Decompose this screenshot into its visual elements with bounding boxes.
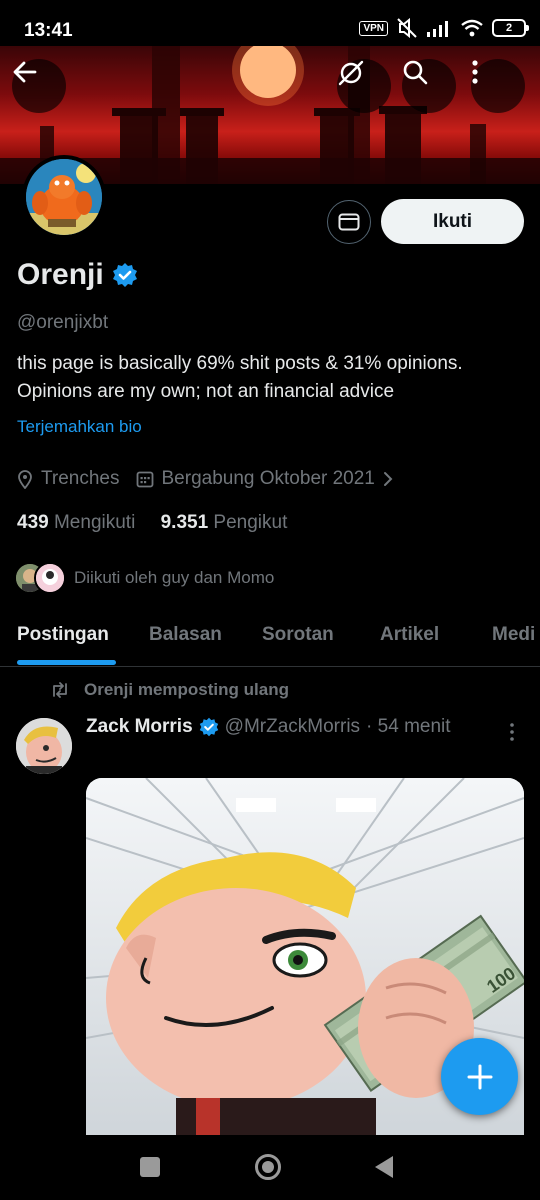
plus-icon: [467, 1064, 492, 1089]
more-vertical-icon: [472, 60, 478, 84]
profile-handle: @orenjixbt: [17, 312, 109, 333]
grok-button[interactable]: [337, 59, 391, 113]
status-bar: 13:41 VPN 2: [0, 0, 540, 46]
recents-icon[interactable]: [140, 1157, 160, 1177]
joined-text: Bergabung Oktober 2021: [161, 468, 375, 489]
location-item: Trenches: [17, 468, 120, 490]
arrow-left-icon: [13, 61, 37, 83]
vpn-icon: VPN: [359, 20, 388, 36]
post-more-button[interactable]: [506, 722, 518, 742]
post-author-avatar[interactable]: [16, 718, 72, 774]
more-vertical-icon: [510, 723, 514, 741]
profile-tabs: Postingan Balasan Sorotan Artikel Medi: [0, 610, 540, 667]
followers-label: Pengikut: [213, 512, 288, 533]
post-time: · 54 menit: [366, 716, 451, 737]
verified-badge-icon: [112, 263, 137, 287]
compose-fab[interactable]: [441, 1038, 518, 1115]
verified-badge-icon: [199, 717, 218, 737]
system-nav-bar: [0, 1135, 540, 1200]
search-button[interactable]: [402, 59, 456, 113]
battery-icon: 2: [492, 19, 529, 37]
mute-icon: [397, 18, 417, 38]
status-icons: VPN 2: [359, 18, 529, 38]
followers-stat[interactable]: 9.351 Pengikut: [161, 512, 288, 533]
more-button[interactable]: [471, 59, 525, 113]
profile-meta: Trenches Bergabung Oktober 2021: [17, 468, 409, 490]
message-button[interactable]: [327, 200, 371, 244]
search-icon: [403, 60, 428, 85]
follow-button[interactable]: Ikuti: [381, 199, 524, 244]
profile-name: Orenji: [17, 258, 104, 291]
profile-name-row: Orenji: [17, 258, 138, 292]
post-author-name[interactable]: Zack Morris: [86, 716, 193, 738]
followed-by-row[interactable]: Diikuti oleh guy dan Momo: [14, 562, 274, 594]
tab-sorotan[interactable]: Sorotan: [262, 624, 334, 646]
active-tab-indicator: [17, 660, 116, 665]
translate-bio-link[interactable]: Terjemahkan bio: [17, 417, 142, 437]
followers-count: 9.351: [160, 512, 209, 533]
location-text: Trenches: [41, 468, 120, 489]
wifi-icon: [461, 19, 483, 37]
following-stat[interactable]: 439 Mengikuti: [17, 512, 135, 533]
calendar-icon: [136, 471, 153, 488]
avatar: [34, 562, 66, 594]
back-triangle-icon[interactable]: [375, 1156, 393, 1178]
back-button[interactable]: [12, 59, 66, 113]
followed-by-avatars: [14, 562, 66, 594]
avatar-image: [26, 159, 102, 235]
following-count: 439: [17, 512, 49, 533]
tab-balasan[interactable]: Balasan: [149, 624, 222, 646]
repost-icon: [53, 682, 67, 698]
grok-icon: [338, 60, 364, 86]
post-author-handle[interactable]: @MrZackMorris: [225, 716, 360, 738]
tab-postingan[interactable]: Postingan: [17, 624, 109, 646]
status-time: 13:41: [24, 20, 73, 41]
location-pin-icon: [18, 470, 32, 489]
envelope-icon: [338, 213, 360, 231]
profile-avatar[interactable]: [22, 155, 106, 239]
signal-icon: [427, 21, 448, 37]
home-icon[interactable]: [255, 1154, 281, 1180]
repost-indicator[interactable]: Orenji memposting ulang: [50, 680, 289, 700]
post-header: Zack Morris @MrZackMorris · 54 menit: [86, 716, 451, 738]
repost-label: Orenji memposting ulang: [84, 680, 289, 699]
profile-bio: this page is basically 69% shit posts & …: [17, 353, 463, 402]
tab-media[interactable]: Medi: [492, 624, 535, 646]
tab-artikel[interactable]: Artikel: [380, 624, 439, 646]
chevron-right-icon: [383, 472, 393, 486]
followed-by-text: Diikuti oleh guy dan Momo: [74, 568, 275, 587]
follow-stats: 439 Mengikuti 9.351 Pengikut: [17, 512, 287, 534]
following-label: Mengikuti: [53, 512, 136, 533]
joined-item[interactable]: Bergabung Oktober 2021: [136, 468, 393, 490]
